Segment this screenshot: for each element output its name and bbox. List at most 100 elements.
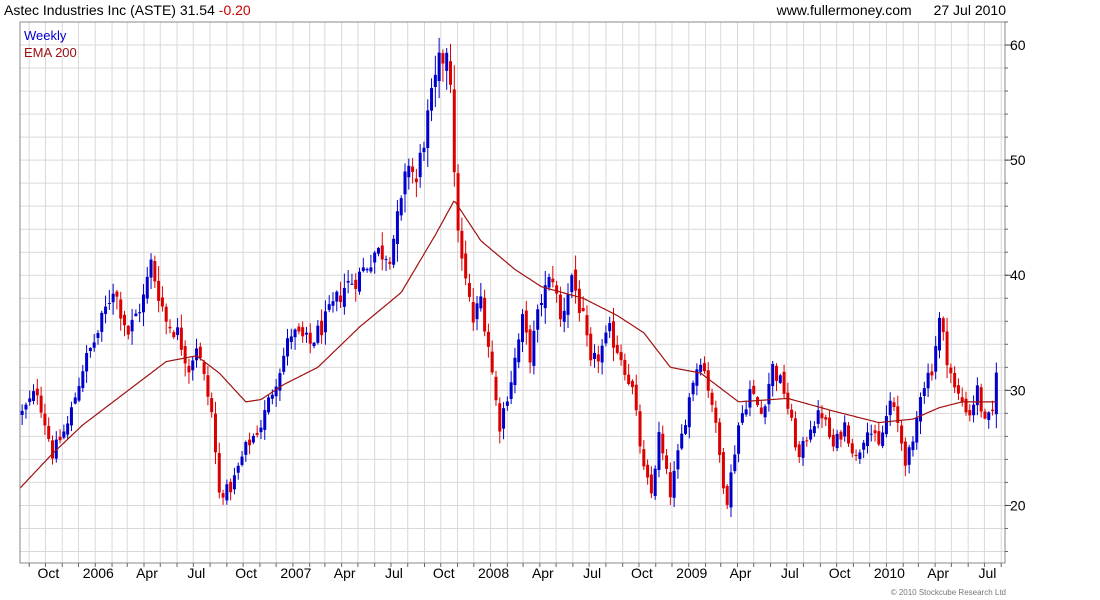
candle-body — [680, 433, 684, 449]
candle — [809, 420, 813, 443]
candle-body — [35, 388, 39, 396]
candle-body — [111, 293, 115, 303]
candle — [331, 292, 335, 313]
x-tick-label: Apr — [136, 565, 158, 581]
candle — [949, 363, 953, 384]
candle-body — [100, 312, 104, 332]
candle-body — [532, 330, 536, 366]
candle — [361, 257, 365, 273]
candle-body — [229, 481, 233, 493]
y-tick-label: 50 — [1010, 152, 1026, 168]
candle-body — [953, 372, 957, 388]
candle-body — [706, 370, 710, 391]
candle-body — [414, 178, 418, 183]
candle — [930, 363, 934, 381]
candle-body — [445, 52, 449, 71]
candle — [589, 327, 593, 367]
candle — [282, 347, 286, 375]
candle — [35, 378, 39, 405]
candle — [286, 328, 290, 366]
candle — [119, 291, 123, 331]
candle-body — [471, 302, 475, 323]
candle-body — [991, 409, 995, 412]
candle — [843, 415, 847, 442]
candle — [403, 163, 407, 213]
candle-body — [217, 453, 221, 493]
candle-body — [195, 348, 199, 361]
candle — [774, 363, 778, 392]
candle-body — [862, 442, 866, 450]
candle — [229, 478, 233, 501]
x-tick-label: Jul — [781, 565, 799, 581]
x-tick-label: Oct — [235, 565, 257, 581]
candle — [490, 340, 494, 375]
candle-body — [244, 441, 248, 455]
candle-body — [240, 456, 244, 465]
candle-body — [627, 374, 631, 385]
candle-body — [69, 407, 73, 426]
candle — [847, 421, 851, 447]
candle — [865, 422, 869, 454]
candle-body — [172, 332, 176, 338]
candle — [877, 423, 881, 447]
candle — [691, 380, 695, 402]
candle — [274, 378, 278, 407]
candle-body — [354, 279, 358, 289]
candle-body — [888, 400, 892, 416]
candle-body — [536, 309, 540, 330]
candle-body — [422, 147, 426, 153]
candle-body — [604, 332, 608, 344]
candle-body — [304, 332, 308, 335]
candle-body — [949, 367, 953, 374]
candle-body — [509, 382, 513, 400]
candle — [539, 294, 543, 317]
candle-body — [460, 230, 464, 259]
candle — [941, 316, 945, 341]
candle — [873, 424, 877, 442]
candle-body — [376, 247, 380, 254]
candle-body — [255, 432, 259, 435]
candle-body — [551, 278, 555, 283]
candle — [744, 400, 748, 417]
candle-body — [270, 394, 274, 399]
candle-body — [884, 416, 888, 435]
candle — [684, 419, 688, 436]
candle-body — [630, 380, 634, 388]
candle — [467, 273, 471, 302]
candle — [456, 164, 460, 243]
candle — [323, 300, 327, 345]
x-tick-label: 2007 — [280, 565, 311, 581]
candle-body — [725, 485, 729, 505]
candle-body — [339, 295, 343, 303]
candle — [213, 401, 217, 465]
candle-body — [824, 417, 828, 420]
candle-body — [774, 365, 778, 381]
candle — [900, 420, 904, 451]
candle-body — [793, 418, 797, 448]
candle-body — [475, 303, 479, 320]
candle — [615, 335, 619, 355]
candle-body — [274, 386, 278, 397]
candle-body — [771, 363, 775, 387]
candle-body — [138, 312, 142, 314]
candle-body — [820, 413, 824, 419]
candle — [649, 466, 653, 499]
candle — [979, 383, 983, 418]
candle — [255, 425, 259, 438]
candle — [733, 445, 737, 474]
candle-body — [483, 297, 487, 332]
candle — [172, 330, 176, 340]
candle — [278, 368, 282, 402]
candle-body — [805, 440, 809, 442]
x-tick-label: Apr — [927, 565, 949, 581]
candle-body — [123, 314, 127, 326]
candle — [20, 404, 24, 425]
candle-body — [479, 296, 483, 309]
candle — [748, 380, 752, 417]
candle — [464, 240, 468, 286]
y-tick-label: 20 — [1010, 497, 1026, 513]
candle — [543, 270, 547, 324]
candle-body — [308, 332, 312, 344]
candle-body — [426, 110, 430, 149]
candle — [399, 195, 403, 221]
